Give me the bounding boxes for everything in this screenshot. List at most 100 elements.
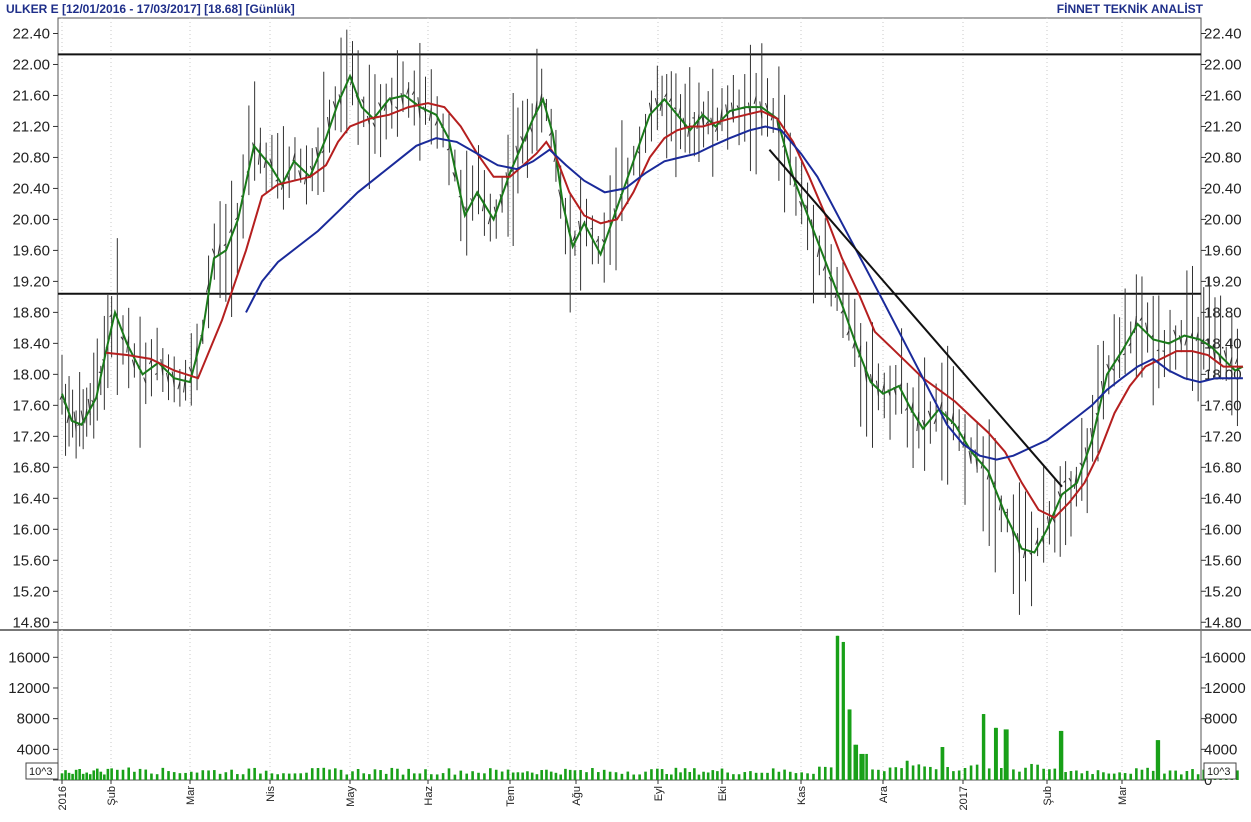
volume-bar xyxy=(494,769,498,780)
volume-bar xyxy=(1018,771,1021,780)
y-tick-label-right: 15.20 xyxy=(1204,583,1242,600)
volume-bar xyxy=(305,772,308,780)
volume-bar xyxy=(1012,769,1015,780)
volume-bar xyxy=(1118,772,1121,780)
volume-spike-bar xyxy=(848,709,852,780)
volume-bar xyxy=(585,772,588,780)
volume-bar xyxy=(1129,773,1133,780)
volume-bar xyxy=(310,768,314,780)
x-tick-label: 2016 xyxy=(57,786,69,810)
volume-bar xyxy=(207,770,210,780)
volume-bar xyxy=(706,772,710,780)
volume-bar xyxy=(591,768,594,780)
volume-bar xyxy=(894,767,898,780)
volume-bar xyxy=(264,770,268,780)
volume-bar xyxy=(424,769,427,780)
volume-bar xyxy=(1151,770,1155,780)
volume-bar xyxy=(201,770,205,780)
x-tick-label: May xyxy=(345,786,357,807)
trend-line-segment xyxy=(768,149,1063,488)
volume-bar xyxy=(683,768,687,780)
vol-tick-label-right: 12000 xyxy=(1204,680,1246,697)
volume-bar xyxy=(516,772,520,780)
volume-bar xyxy=(1123,773,1127,780)
volume-bar xyxy=(447,768,451,780)
unit-label-right: 10^3 xyxy=(1207,766,1231,778)
volume-bar xyxy=(483,773,486,780)
y-axis-ticks: 22.40 22.40 22.00 22.00 21.60 21.60 21.20 21.20… xyxy=(8,25,1245,789)
volume-bar xyxy=(328,769,331,780)
y-tick-label-left: 19.60 xyxy=(12,242,50,259)
volume-bar xyxy=(737,774,741,780)
y-tick-label-left: 17.20 xyxy=(12,428,50,445)
volume-bar xyxy=(549,771,553,780)
volume-bar xyxy=(957,770,961,780)
volume-bar xyxy=(829,767,833,780)
y-tick-label-left: 14.80 xyxy=(12,614,50,631)
volume-bar xyxy=(184,772,187,780)
volume-bar xyxy=(316,768,320,780)
volume-bar xyxy=(241,774,245,780)
volume-bar xyxy=(1236,770,1239,780)
y-tick-label-left: 15.20 xyxy=(12,583,50,600)
volume-bar xyxy=(859,753,862,780)
volume-bar xyxy=(138,768,142,780)
y-tick-label-left: 22.00 xyxy=(12,56,50,73)
volume-bar xyxy=(608,771,612,780)
volume-bar xyxy=(213,770,216,780)
volume-bar xyxy=(500,771,504,780)
volume-bar xyxy=(67,772,71,780)
vol-tick-label-left: 12000 xyxy=(8,680,50,697)
volume-bar xyxy=(559,774,562,780)
volume-bar xyxy=(418,773,422,780)
x-tick-label: Ağu xyxy=(571,786,583,806)
volume-bar xyxy=(471,771,474,780)
volume-bar xyxy=(1102,772,1105,780)
vol-tick-label-right: 8000 xyxy=(1204,711,1237,728)
vol-tick-label-right: 16000 xyxy=(1204,649,1246,666)
volume-bar xyxy=(172,772,176,780)
y-tick-label-right: 17.60 xyxy=(1204,397,1242,414)
x-tick-label: Şub xyxy=(106,786,118,806)
volume-bar xyxy=(92,770,96,780)
y-tick-label-right: 17.20 xyxy=(1204,428,1242,445)
vol-tick-label-left: 4000 xyxy=(17,741,50,758)
volume-bar xyxy=(946,767,949,780)
volume-bar xyxy=(526,771,529,780)
volume-bar xyxy=(253,767,256,780)
volume-bar xyxy=(888,767,892,780)
x-tick-label: 2017 xyxy=(958,786,970,810)
volume-bar xyxy=(1000,768,1003,780)
volume-bar xyxy=(882,771,886,780)
volume-bar xyxy=(1107,773,1111,780)
volume-bar xyxy=(697,774,701,780)
volume-bar xyxy=(189,771,193,780)
volume-bar xyxy=(818,766,821,780)
x-axis-ticks: 2016 Şub Mar Nis May Haz Tem Ağu Eyl Eki Kas Ara 201… xyxy=(57,780,1129,810)
volume-bar xyxy=(127,767,130,780)
volume-spike-bar xyxy=(982,714,986,780)
volume-bar xyxy=(1174,770,1177,780)
volume-bar xyxy=(379,770,382,780)
volume-bar xyxy=(579,769,582,780)
volume-bar xyxy=(150,773,153,780)
x-tick-label: Tem xyxy=(505,786,517,807)
volume-bar xyxy=(60,773,64,780)
volume-bar xyxy=(602,769,606,780)
volume-bar xyxy=(1185,771,1189,780)
volume-bar xyxy=(247,768,251,780)
volume-bar xyxy=(459,770,463,780)
volume-bar xyxy=(766,772,769,780)
volume-bar xyxy=(453,774,457,780)
volume-bar xyxy=(1024,767,1027,780)
volume-spike-bar xyxy=(995,727,998,780)
volume-bar xyxy=(760,772,764,780)
y-tick-label-right: 16.40 xyxy=(1204,490,1242,507)
volume-bar xyxy=(1179,774,1183,780)
volume-bar xyxy=(716,771,719,780)
volume-bar xyxy=(656,768,659,780)
volume-bar xyxy=(806,773,809,780)
volume-bar xyxy=(322,767,326,780)
volume-bar xyxy=(133,771,136,780)
volume-spike-bar xyxy=(905,760,909,780)
